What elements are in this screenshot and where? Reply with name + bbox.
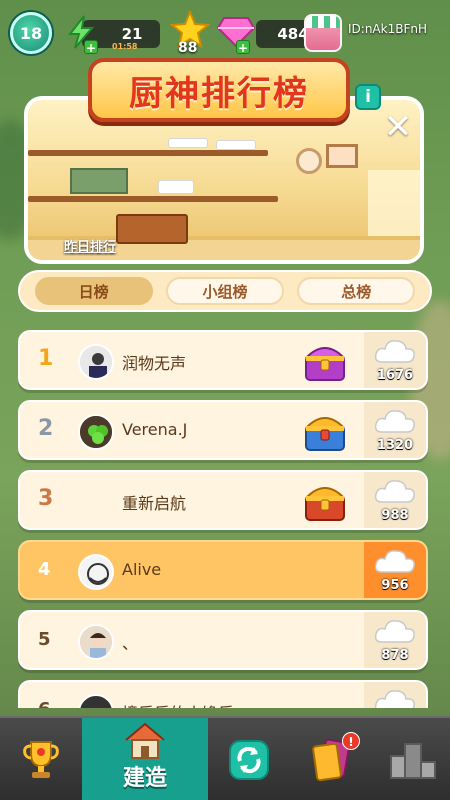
score-box: 1676	[364, 332, 426, 388]
add-gems-button[interactable]: +	[236, 40, 250, 55]
score-box	[364, 682, 426, 708]
score-box: 878	[364, 612, 426, 668]
shelf-top	[28, 150, 268, 156]
ranking-list[interactable]: 1 润物无声 1676 2 Verena.J 1320 3 重新启航 988 4…	[18, 328, 432, 708]
red-chest-icon[interactable]	[302, 478, 348, 524]
player-name: Verena.J	[122, 420, 188, 439]
score-value: 988	[381, 508, 409, 523]
avatar[interactable]	[78, 414, 114, 450]
rank-number: 3	[38, 486, 54, 511]
podium-icon	[390, 743, 436, 779]
avatar-clover-icon	[80, 416, 112, 448]
energy-value: 21	[121, 25, 143, 43]
shelf-middle	[28, 196, 278, 202]
nav-cards[interactable]: !	[290, 718, 372, 800]
cloud-icon	[374, 620, 415, 643]
avatar-photo-icon	[80, 346, 112, 378]
trophy-icon	[23, 741, 59, 778]
score-box: 1320	[364, 402, 426, 458]
nav-build-label: 建造	[122, 766, 167, 791]
yesterday-ranking-link[interactable]: 昨日排行	[64, 236, 116, 255]
tab-overall[interactable]: 总榜	[297, 277, 416, 305]
house-icon	[125, 722, 165, 759]
cloud-icon	[374, 480, 415, 503]
info-button[interactable]: i	[355, 84, 381, 110]
avatar[interactable]	[78, 344, 114, 380]
player-name: Alive	[122, 560, 162, 579]
storage-box	[70, 168, 128, 194]
player-name: 樟乐乐的小馋乐一	[122, 700, 250, 708]
rank-number: 2	[38, 416, 54, 441]
ranking-row[interactable]: 2 Verena.J 1320	[18, 400, 428, 460]
user-id: ID:nAk1BFnH	[348, 22, 427, 36]
score-value: 956	[381, 578, 409, 593]
nav-leaderboard[interactable]	[372, 718, 450, 800]
purple-chest-icon[interactable]	[302, 338, 348, 384]
status-bar: 18 21 + 01:58 88 484 + ID:nAk1BFnH	[0, 0, 450, 64]
nav-build[interactable]: 建造	[82, 718, 208, 800]
nav-trophy[interactable]	[0, 718, 82, 800]
rank-number: 4	[38, 559, 51, 580]
wall-clock	[296, 148, 322, 174]
tab-daily[interactable]: 日榜	[34, 277, 153, 305]
ranking-row[interactable]: 3 重新启航 988	[18, 470, 428, 530]
tab-group[interactable]: 小组榜	[165, 277, 284, 305]
blue-chest-icon[interactable]	[302, 408, 348, 454]
plate-stack	[158, 180, 194, 194]
wall-frame	[326, 144, 358, 168]
star-count: 88	[178, 40, 198, 56]
cloud-icon	[374, 410, 415, 433]
avatar-sketch-icon	[80, 556, 112, 588]
energy-timer: 01:58	[112, 42, 138, 51]
wooden-crate	[116, 214, 188, 244]
level-value: 18	[19, 23, 43, 43]
player-name: 润物无声	[122, 354, 187, 373]
add-energy-button[interactable]: +	[84, 40, 98, 55]
score-box: 988	[364, 472, 426, 528]
rank-number: 5	[38, 629, 51, 650]
plate-stack	[216, 140, 256, 150]
score-value: 878	[381, 648, 409, 663]
shop-icon[interactable]	[304, 14, 342, 52]
rank-number: 6	[38, 699, 51, 708]
score-value: 1320	[376, 438, 414, 453]
ranking-row[interactable]: 5 、 878	[18, 610, 428, 670]
level-badge[interactable]: 18	[10, 12, 52, 54]
ranking-row[interactable]: 6 樟乐乐的小馋乐一	[18, 680, 428, 708]
cloud-icon	[374, 550, 415, 573]
player-name: 、	[122, 634, 139, 653]
avatar-child-icon	[80, 626, 112, 658]
score-box: 956	[364, 542, 426, 598]
plate-stack	[168, 138, 208, 148]
score-value: 1676	[376, 368, 414, 383]
ranking-tabs: 日榜 小组榜 总榜	[18, 270, 432, 312]
nav-refresh[interactable]	[208, 718, 290, 800]
page-title: 厨神排行榜	[88, 58, 350, 122]
close-icon[interactable]: ✕	[382, 110, 414, 144]
cards-alert-badge: !	[342, 732, 360, 750]
bottom-nav: 建造 !	[0, 716, 450, 800]
avatar[interactable]	[78, 694, 114, 708]
shop-awning	[306, 16, 340, 28]
ranking-row-self[interactable]: 4 Alive 956	[18, 540, 428, 600]
player-name: 重新启航	[122, 494, 187, 513]
cloud-icon	[374, 690, 415, 708]
avatar[interactable]	[78, 624, 114, 660]
avatar[interactable]	[78, 554, 114, 590]
refresh-icon	[229, 740, 269, 780]
ranking-row[interactable]: 1 润物无声 1676	[18, 330, 428, 390]
cloud-icon	[374, 340, 415, 363]
rank-number: 1	[38, 346, 54, 371]
